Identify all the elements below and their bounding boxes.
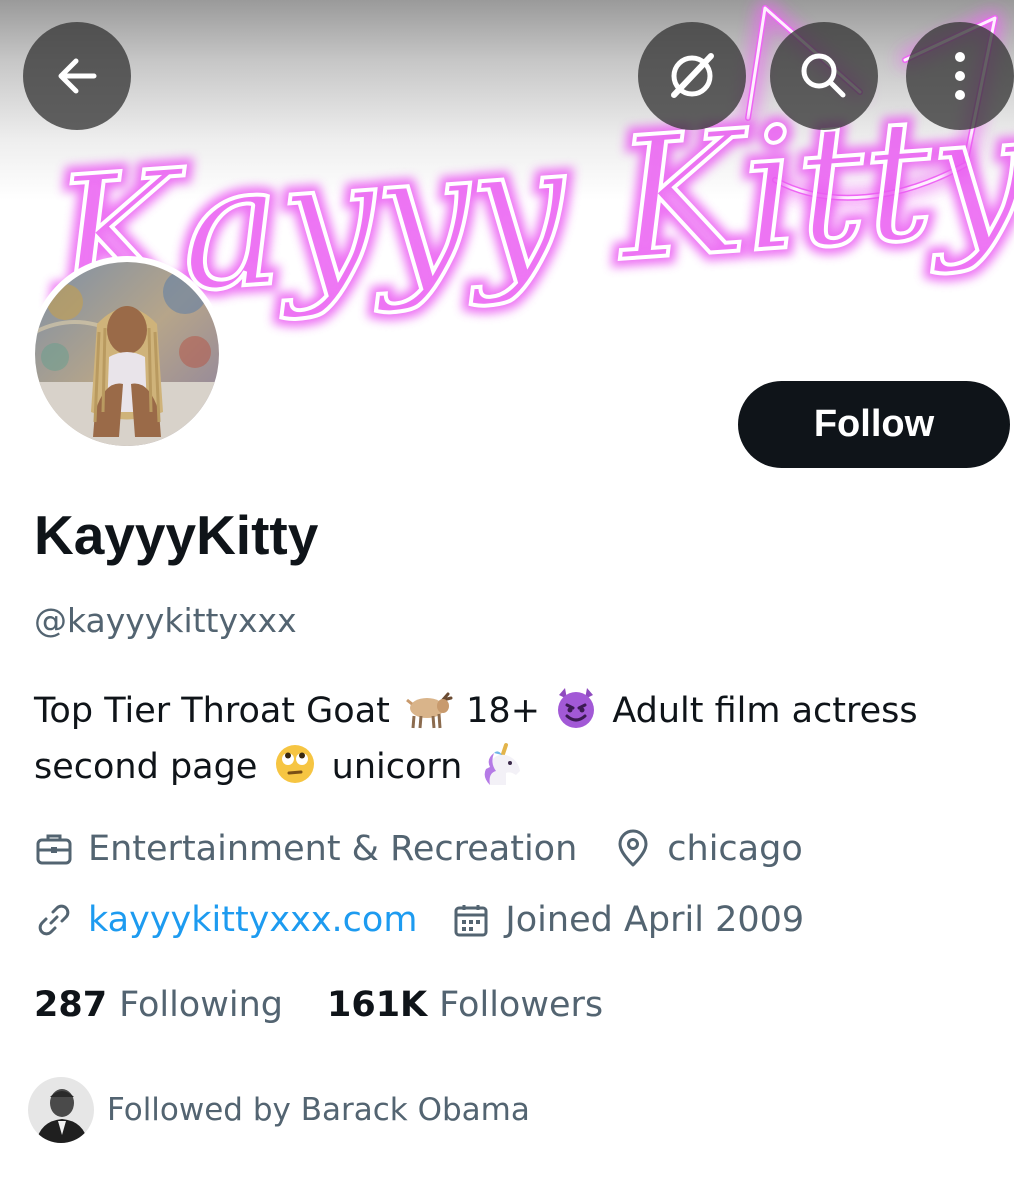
profile-location: chicago — [613, 829, 803, 869]
calendar-icon — [454, 905, 488, 937]
followed-by-text: Followed by Barack Obama — [107, 1092, 530, 1128]
category-text: Entertainment & Recreation — [88, 829, 578, 869]
display-name: KayyyKitty — [34, 504, 319, 566]
grok-button[interactable] — [638, 22, 746, 130]
location-text: chicago — [667, 829, 803, 869]
user-handle: @kayyykittyxxx — [34, 601, 297, 640]
profile-category: Entertainment & Recreation — [34, 829, 577, 869]
profile-joined: Joined April 2009 — [451, 900, 804, 940]
search-button[interactable] — [770, 22, 878, 130]
followers-stat[interactable]: 161K Followers — [327, 985, 603, 1025]
more-options-button[interactable] — [906, 22, 1014, 130]
avatar-photo — [35, 262, 219, 446]
following-label: Following — [119, 985, 283, 1025]
follow-button[interactable]: Follow — [738, 381, 1010, 468]
location-pin-icon — [618, 829, 648, 867]
briefcase-icon — [36, 834, 72, 865]
joined-text: Joined April 2009 — [505, 900, 805, 940]
profile-meta-row: kayyykittyxxx.com Joined April 2009 — [34, 895, 804, 945]
follower-avatar — [28, 1077, 94, 1143]
follow-stats: 287 Following 161K Followers — [34, 980, 603, 1030]
bio-text: Top Tier Throat Goat — [34, 691, 390, 731]
grok-icon — [671, 53, 714, 98]
bio-text: unicorn — [331, 747, 463, 787]
bio-text: second page — [34, 747, 258, 787]
more-vertical-icon — [955, 52, 965, 100]
profile-avatar[interactable] — [29, 256, 225, 452]
profile-bio: Top Tier Throat Goat 18+ Adult film actr… — [34, 683, 994, 795]
search-icon — [801, 53, 846, 98]
unicorn-emoji-icon — [484, 743, 520, 785]
profile-website[interactable]: kayyykittyxxx.com — [34, 900, 417, 940]
website-link[interactable]: kayyykittyxxx.com — [88, 900, 417, 940]
following-stat[interactable]: 287 Following — [34, 985, 283, 1025]
back-button[interactable] — [23, 22, 131, 130]
followers-count: 161K — [326, 985, 428, 1025]
profile-meta-row: Entertainment & Recreation chicago — [34, 824, 803, 874]
bio-text: 18+ — [466, 691, 541, 731]
back-arrow-icon — [58, 58, 97, 94]
link-icon — [38, 904, 70, 936]
eye-roll-emoji-icon — [275, 745, 314, 783]
smiling-devil-emoji-icon — [558, 688, 595, 728]
followed-by[interactable]: Followed by Barack Obama — [28, 1077, 530, 1143]
followers-label: Followers — [439, 985, 604, 1025]
bio-text: Adult film actress — [612, 691, 918, 731]
following-count: 287 — [34, 985, 108, 1025]
goat-emoji-icon — [406, 692, 453, 729]
